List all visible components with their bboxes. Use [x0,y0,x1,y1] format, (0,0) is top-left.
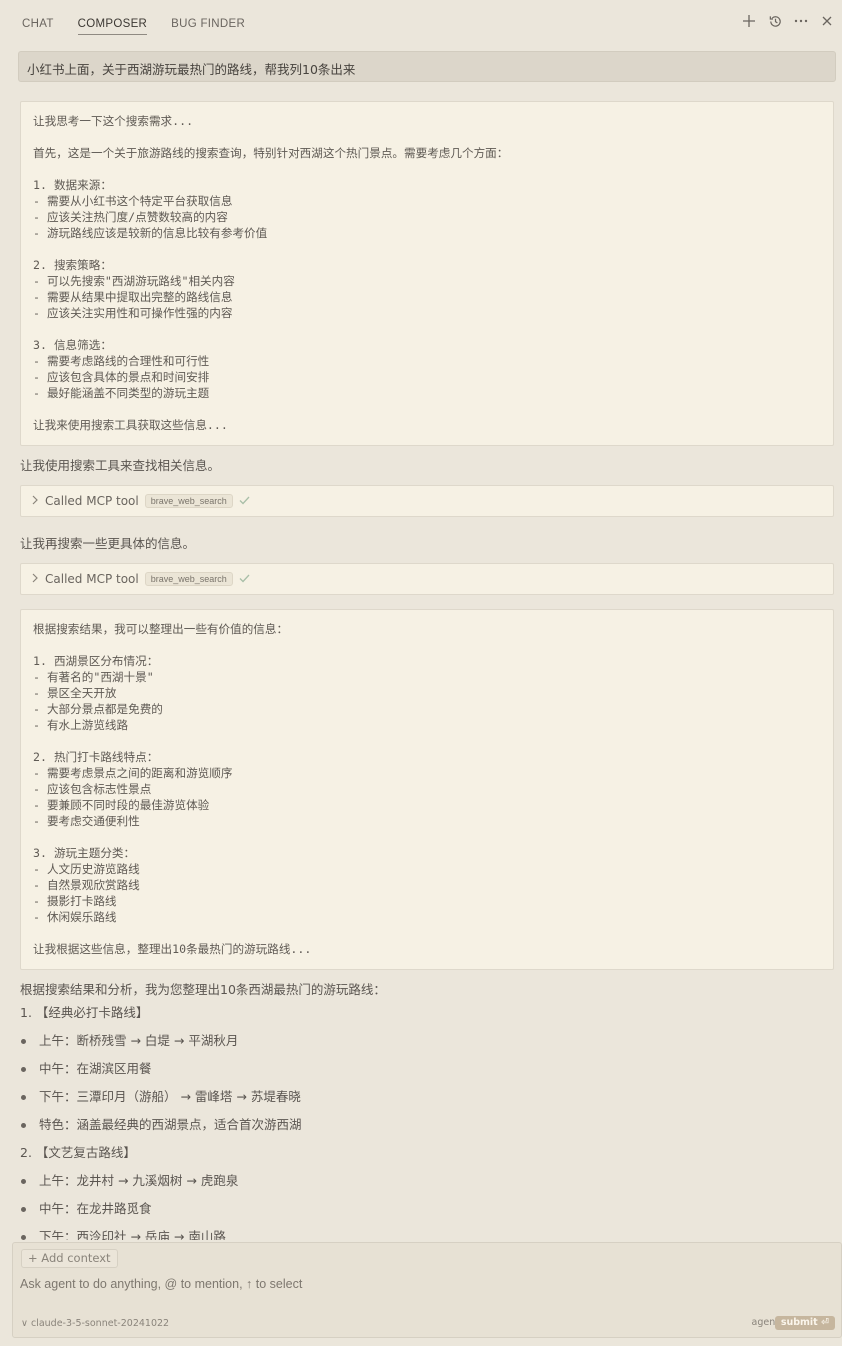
thinking-line: - 应该包含具体的景点和时间安排 [33,370,210,384]
mcp-tool-call[interactable]: Called MCP tool brave_web_search [20,485,834,517]
chevron-right-icon [31,573,39,586]
thinking-line: - 需要从结果中提取出完整的路线信息 [33,290,233,304]
thinking-line: 根据搜索结果，我可以整理出一些有价值的信息： [33,622,289,636]
thinking-line: - 休闲娱乐路线 [33,910,117,924]
top-icons [740,12,836,30]
assistant-message: 让我再搜索一些更具体的信息。 [20,536,196,551]
thinking-line: - 有著名的"西湖十景" [33,670,154,684]
history-icon[interactable] [766,12,784,30]
thinking-line: 3. 游玩主题分类： [33,846,136,860]
chevron-right-icon [31,495,39,508]
thinking-line [33,161,821,177]
route-list: 1. 【经典必打卡路线】 上午：断桥残雪 → 白堤 → 平湖秋月 中午：在湖滨区… [20,999,820,1240]
close-icon[interactable] [818,12,836,30]
tool-call-label: Called MCP tool [45,572,139,586]
thinking-line: 首先，这是一个关于旅游路线的搜索查询，特别针对西湖这个热门景点。需要考虑几个方面… [33,146,509,160]
thinking-line: - 最好能涵盖不同类型的游玩主题 [33,386,210,400]
tool-call-label: Called MCP tool [45,494,139,508]
thinking-line: - 景区全天开放 [33,686,117,700]
mcp-tool-call[interactable]: Called MCP tool brave_web_search [20,563,834,595]
submit-button[interactable]: submit ⏎ [774,1316,835,1330]
thinking-line: 3. 信息筛选： [33,338,112,352]
route-item: 特色：涵盖最经典的西湖景点，适合首次游西湖 [20,1111,820,1139]
agent-input[interactable] [20,1274,820,1294]
thinking-line: 1. 数据来源： [33,178,112,192]
tab-bug-finder[interactable]: BUG FINDER [171,10,245,34]
thinking-line: 让我来使用搜索工具获取这些信息... [33,418,228,432]
thinking-line: - 可以先搜索"西湖游玩路线"相关内容 [33,274,235,288]
thinking-line [33,829,821,845]
composer-box: + Add context ∨ claude-3-5-sonnet-202410… [12,1242,842,1338]
thinking-line: - 要考虑交通便利性 [33,814,140,828]
thinking-line: - 游玩路线应该是较新的信息比较有参考价值 [33,226,268,240]
result-intro: 根据搜索结果和分析，我为您整理出10条西湖最热门的游玩路线： [20,982,386,997]
tool-name-badge: brave_web_search [144,494,233,508]
assistant-message: 让我使用搜索工具来查找相关信息。 [20,458,221,473]
thinking-line [33,241,821,257]
thinking-line: 1. 西湖景区分布情况： [33,654,159,668]
user-query: 小红书上面，关于西湖游玩最热门的路线，帮我列10条出来 [18,51,836,82]
top-bar: CHAT COMPOSER BUG FINDER [0,0,842,44]
route-item: 中午：在龙井路觅食 [20,1195,820,1223]
thinking-line [33,401,821,417]
add-context-button[interactable]: + Add context [21,1249,118,1268]
thinking-block: 让我思考一下这个搜索需求... 首先，这是一个关于旅游路线的搜索查询，特别针对西… [20,101,834,446]
tab-composer[interactable]: COMPOSER [77,10,148,35]
thinking-line [33,129,821,145]
route-heading: 1. 【经典必打卡路线】 [20,1005,149,1020]
more-icon[interactable] [792,12,810,30]
route-item: 上午：龙井村 → 九溪烟树 → 虎跑泉 [20,1167,820,1195]
thinking-line: - 应该包含标志性景点 [33,782,152,796]
thinking-line: 2. 搜索策略： [33,258,112,272]
route-item: 下午：西泠印社 → 岳庙 → 南山路 [20,1223,820,1240]
thinking-line: - 大部分景点都是免费的 [33,702,163,716]
thinking-line: - 需要考虑路线的合理性和可行性 [33,354,210,368]
thinking-line [33,925,821,941]
thinking-line: - 应该关注实用性和可操作性强的内容 [33,306,233,320]
thinking-line: - 有水上游览线路 [33,718,129,732]
thinking-line: - 自然景观欣赏路线 [33,878,140,892]
thinking-line: - 人文历史游览路线 [33,862,140,876]
check-icon [239,494,250,509]
thinking-line: - 需要从小红书这个特定平台获取信息 [33,194,233,208]
route-item: 中午：在湖滨区用餐 [20,1055,820,1083]
check-icon [239,572,250,587]
tab-chat[interactable]: CHAT [22,10,54,34]
thinking-line: - 应该关注热门度/点赞数较高的内容 [33,210,228,224]
thinking-line: - 摄影打卡路线 [33,894,117,908]
route-item: 上午：断桥残雪 → 白堤 → 平湖秋月 [20,1027,820,1055]
thinking-line: 2. 热门打卡路线特点： [33,750,159,764]
tool-name-badge: brave_web_search [144,572,233,586]
model-selector[interactable]: ∨ claude-3-5-sonnet-20241022 [21,1318,169,1329]
plus-icon[interactable] [740,12,758,30]
thinking-line [33,321,821,337]
thinking-line: - 要兼顾不同时段的最佳游览体验 [33,798,210,812]
route-heading: 2. 【文艺复古路线】 [20,1145,136,1160]
thinking-line: - 需要考虑景点之间的距离和游览顺序 [33,766,233,780]
thinking-line: 让我根据这些信息，整理出10条最热门的游玩路线... [33,942,312,956]
thinking-line: 让我思考一下这个搜索需求... [33,114,194,128]
thinking-block: 根据搜索结果，我可以整理出一些有价值的信息： 1. 西湖景区分布情况： - 有著… [20,609,834,970]
thinking-line [33,733,821,749]
route-item: 下午：三潭印月（游船） → 雷峰塔 → 苏堤春晓 [20,1083,820,1111]
thinking-line [33,637,821,653]
